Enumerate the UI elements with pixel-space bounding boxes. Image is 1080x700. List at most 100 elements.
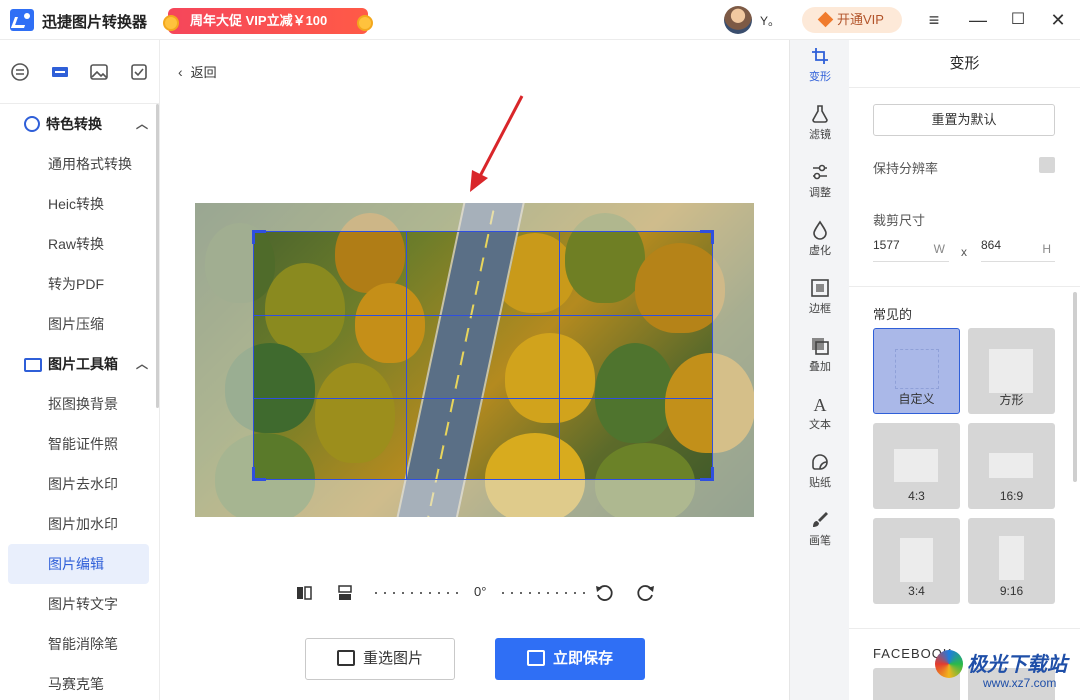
divider: [849, 628, 1080, 629]
back-button[interactable]: ‹ 返回: [178, 62, 217, 81]
rotation-slider-left[interactable]: [375, 592, 463, 594]
sliders-icon: [813, 164, 827, 180]
batch-tab-icon[interactable]: [129, 62, 149, 82]
rotation-slider-right[interactable]: [502, 592, 586, 594]
preset-shape: [894, 449, 938, 482]
panel-title: 变形: [849, 40, 1080, 88]
preset-3-4[interactable]: 3:4: [873, 518, 960, 604]
preset-shape: [989, 349, 1033, 393]
preset-label: 4:3: [908, 489, 925, 503]
maximize-icon[interactable]: ☐: [1008, 10, 1028, 30]
sidebar-item-heic[interactable]: Heic转换: [8, 184, 149, 224]
image-canvas[interactable]: [195, 203, 754, 517]
sidebar: 特色转换 ︿ 通用格式转换 Heic转换 Raw转换 转为PDF 图片压缩 图片…: [0, 40, 160, 700]
tool-filter[interactable]: 滤镜: [790, 98, 850, 156]
tool-brush[interactable]: 画笔: [790, 504, 850, 562]
vip-button-label: 开通VIP: [837, 12, 884, 27]
sidebar-item-mosaic[interactable]: 马赛克笔: [8, 664, 149, 700]
keep-resolution-checkbox[interactable]: [1039, 157, 1055, 173]
tool-border[interactable]: 边框: [790, 272, 850, 330]
menu-icon[interactable]: ≡: [924, 10, 944, 30]
app-title: 迅捷图片转换器: [42, 14, 148, 31]
crop-width-field[interactable]: 1577 W: [873, 238, 949, 262]
brush-icon: [813, 512, 828, 527]
back-label: 返回: [190, 65, 217, 80]
chevron-up-icon[interactable]: ︿: [136, 104, 148, 144]
frame-icon: [811, 279, 829, 297]
group-toolbox[interactable]: 图片工具箱 ︿: [24, 344, 154, 384]
crop-dim-overlay: [713, 231, 754, 480]
tool-adjust[interactable]: 调整: [790, 156, 850, 214]
site-watermark: 极光下载站 www.xz7.com: [935, 646, 1075, 696]
toolbox-tab-icon[interactable]: [50, 62, 70, 82]
crop-handle-top-right[interactable]: [700, 230, 714, 244]
sidebar-item-cutout[interactable]: 抠图换背景: [8, 384, 149, 424]
preset-16-9[interactable]: 16:9: [968, 423, 1055, 509]
open-vip-button[interactable]: 开通VIP: [802, 7, 902, 33]
crop-handle-bottom-right[interactable]: [700, 467, 714, 481]
preset-4-3[interactable]: 4:3: [873, 423, 960, 509]
convert-tab-icon[interactable]: [10, 62, 30, 82]
tool-transform[interactable]: 变形: [790, 40, 850, 98]
tool-blur[interactable]: 虚化: [790, 214, 850, 272]
tool-overlay[interactable]: 叠加: [790, 330, 850, 388]
reselect-image-button[interactable]: 重选图片: [305, 638, 455, 680]
image-icon: [336, 650, 355, 666]
panel-scrollbar[interactable]: [1073, 292, 1077, 482]
minimize-icon[interactable]: —: [968, 10, 988, 30]
sidebar-scrollbar[interactable]: [156, 104, 159, 408]
preset-label: 自定义: [898, 392, 935, 406]
sidebar-item-image-to-text[interactable]: 图片转文字: [8, 584, 149, 624]
group-featured-convert[interactable]: 特色转换 ︿: [24, 104, 154, 144]
tool-label: 调整: [809, 187, 831, 199]
preset-9-16[interactable]: 9:16: [968, 518, 1055, 604]
sidebar-item-to-pdf[interactable]: 转为PDF: [8, 264, 149, 304]
chevron-up-icon[interactable]: ︿: [136, 344, 148, 384]
download-icon: [526, 650, 545, 666]
crop-handle-bottom-left[interactable]: [252, 467, 266, 481]
sidebar-item-image-edit[interactable]: 图片编辑: [8, 544, 149, 584]
username[interactable]: Y。: [760, 12, 780, 29]
sidebar-item-raw[interactable]: Raw转换: [8, 224, 149, 264]
flip-horizontal-icon[interactable]: [294, 583, 314, 603]
tool-rail: 变形 滤镜 调整 虚化 边框 叠加 A 文本 贴纸 画笔: [789, 40, 849, 700]
rotate-right-icon[interactable]: [636, 583, 656, 603]
preset-label: 16:9: [999, 489, 1024, 503]
tool-text[interactable]: A 文本: [790, 388, 850, 446]
crop-box[interactable]: [252, 230, 714, 481]
crop-handle-top-left[interactable]: [252, 230, 266, 244]
sidebar-item-id-photo[interactable]: 智能证件照: [8, 424, 149, 464]
crop-size-label: 裁剪尺寸: [873, 213, 926, 228]
reset-default-button[interactable]: 重置为默认: [873, 104, 1055, 136]
rotate-left-icon[interactable]: [594, 583, 614, 603]
tool-label: 画笔: [809, 535, 831, 547]
promo-banner[interactable]: 周年大促 VIP立减￥100: [163, 8, 373, 34]
crop-grid-line: [559, 232, 560, 479]
sidebar-item-add-watermark[interactable]: 图片加水印: [8, 504, 149, 544]
group-label: 特色转换: [46, 116, 102, 132]
chevron-left-icon: ‹: [178, 64, 183, 80]
watermark-url: www.xz7.com: [983, 676, 1057, 690]
save-label: 立即保存: [552, 650, 613, 667]
crop-height-field[interactable]: 864 H: [981, 238, 1055, 262]
save-now-button[interactable]: 立即保存: [495, 638, 645, 680]
watermark-brand: 极光下载站: [967, 654, 1067, 676]
tool-sticker[interactable]: 贴纸: [790, 446, 850, 504]
tool-label: 边框: [809, 303, 831, 315]
sidebar-item-remove-watermark[interactable]: 图片去水印: [8, 464, 149, 504]
sidebar-item-general-convert[interactable]: 通用格式转换: [8, 144, 149, 184]
sidebar-item-eraser[interactable]: 智能消除笔: [8, 624, 149, 664]
flip-vertical-icon[interactable]: [335, 583, 355, 603]
sidebar-item-compress[interactable]: 图片压缩: [8, 304, 149, 344]
crop-dim-overlay: [195, 203, 754, 231]
preset-square[interactable]: 方形: [968, 328, 1055, 414]
preset-shape: [895, 349, 939, 389]
preset-custom[interactable]: 自定义: [873, 328, 960, 414]
width-unit: W: [933, 242, 945, 256]
crop-icon: [812, 48, 828, 64]
close-icon[interactable]: ✕: [1048, 10, 1068, 30]
avatar[interactable]: [724, 6, 752, 34]
image-tab-icon[interactable]: [89, 62, 109, 82]
tool-label: 虚化: [809, 245, 831, 257]
transform-panel: 变形 重置为默认 保持分辨率 裁剪尺寸 1577 W x 864 H 常见的 自…: [849, 40, 1080, 700]
